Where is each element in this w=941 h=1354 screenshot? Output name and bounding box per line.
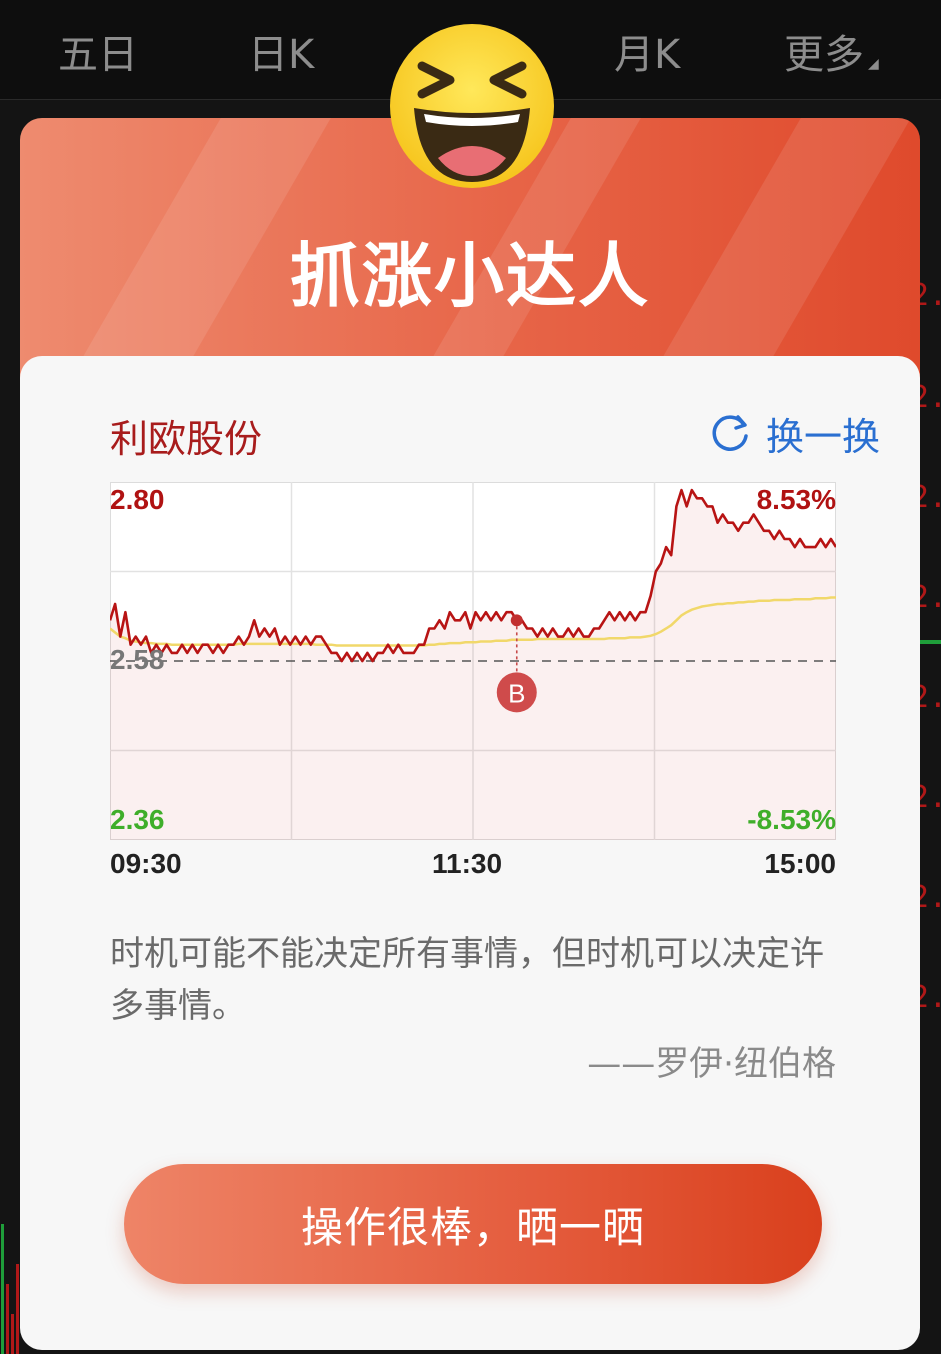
y-bottom-price: 2.36 — [110, 804, 165, 835]
tab-five-day[interactable]: 五日 — [58, 22, 138, 80]
y-prev-close: 2.58 — [110, 644, 165, 675]
buy-marker-label: B — [508, 678, 525, 708]
buy-marker-dot — [510, 614, 523, 627]
intraday-chart: B — [110, 482, 836, 840]
y-bottom-pct: -8.53% — [747, 804, 836, 835]
y-top-price: 2.80 — [110, 484, 165, 515]
bg-divider — [917, 640, 941, 644]
x-tick-midday: 11:30 — [432, 848, 503, 879]
x-tick-open: 09:30 — [110, 848, 182, 879]
tab-more[interactable]: 更多 ◢ — [784, 22, 879, 80]
x-tick-close: 15:00 — [764, 848, 836, 879]
refresh-label: 换一换 — [765, 415, 880, 459]
quote-text: 时机可能不能决定所有事情，但时机可以决定许多事情。 — [110, 934, 824, 1026]
refresh-icon — [712, 414, 748, 451]
tab-more-label: 更多 — [784, 32, 864, 78]
modal-title: 抓涨小达人 — [290, 235, 650, 317]
refresh-button[interactable]: 换一换 — [708, 406, 880, 461]
tab-month-k[interactable]: 月K — [614, 22, 680, 80]
quote-author: ——罗伊·纽伯格 — [587, 1044, 836, 1084]
share-button[interactable]: 操作很棒，晒一晒 — [124, 1164, 822, 1284]
laughing-face-icon — [390, 24, 554, 188]
tab-day-k[interactable]: 日K — [248, 22, 314, 80]
modal-body: 利欧股份 换一换 B 2.80 2.58 2.36 8.53% -8.53% 0… — [20, 356, 920, 1350]
y-top-pct: 8.53% — [756, 484, 836, 515]
stock-name: 利欧股份 — [110, 417, 263, 461]
share-button-label: 操作很棒，晒一晒 — [300, 1202, 645, 1252]
caret-down-icon: ◢ — [868, 56, 879, 72]
achievement-modal: 抓涨小达人 利欧股份 换一换 B 2.80 2.58 2.36 8.53% -8… — [20, 24, 920, 1350]
bg-volume-bars — [1, 1224, 19, 1354]
